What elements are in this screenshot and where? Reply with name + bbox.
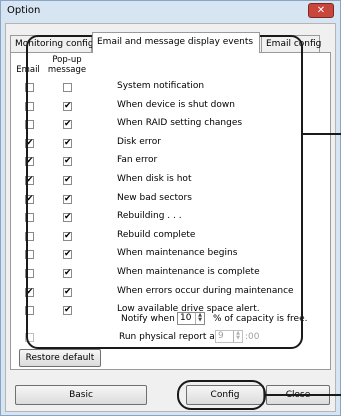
event-label: System notification	[117, 81, 205, 91]
popup-checkbox[interactable]: ✔	[63, 269, 72, 278]
callout-line-config	[266, 394, 341, 396]
popup-checkbox[interactable]: ✔	[63, 176, 72, 185]
events-panel: Email Pop-up message System notification…	[10, 52, 331, 370]
restore-default-button[interactable]: Restore default	[19, 349, 101, 367]
popup-checkbox[interactable]	[63, 83, 72, 92]
email-checkbox[interactable]	[25, 306, 34, 315]
popup-checkbox[interactable]: ✔	[63, 120, 72, 129]
popup-checkbox[interactable]: ✔	[63, 250, 72, 259]
tab-email-and-message-display-events[interactable]: Email and message display events	[92, 32, 260, 53]
window-title: Option	[7, 5, 41, 16]
popup-checkbox[interactable]: ✔	[63, 195, 72, 204]
event-label: When errors occur during maintenance	[117, 286, 294, 296]
capacity-free-label: % of capacity is free.	[213, 314, 308, 324]
tab-email-config[interactable]: Email config	[261, 35, 321, 52]
email-checkbox[interactable]	[25, 83, 34, 92]
email-checkbox[interactable]	[25, 269, 34, 278]
email-checkbox[interactable]	[25, 120, 34, 129]
email-checkbox[interactable]: ✔	[25, 176, 34, 185]
run-physical-report-label: Run physical report at	[119, 332, 219, 342]
event-label: Rebuild complete	[117, 230, 196, 240]
event-label: Fan error	[117, 155, 158, 165]
event-label: Rebuilding . . .	[117, 211, 182, 221]
popup-column-header-line2: message	[47, 65, 87, 75]
email-checkbox[interactable]	[25, 250, 34, 259]
email-column-header: Email	[16, 65, 40, 75]
config-button[interactable]: Config	[186, 385, 264, 405]
spinner-arrows-icon[interactable]: ▲ ▼	[195, 313, 204, 324]
email-checkbox[interactable]	[25, 232, 34, 241]
popup-column-header-line1: Pop-up	[52, 55, 82, 65]
event-label: When maintenance begins	[117, 248, 238, 258]
popup-checkbox[interactable]: ✔	[63, 139, 72, 148]
popup-checkbox[interactable]: ✔	[63, 288, 72, 297]
popup-checkbox[interactable]: ✔	[63, 157, 72, 166]
event-label: New bad sectors	[117, 193, 192, 203]
email-checkbox[interactable]: ✔	[25, 139, 34, 148]
report-minute-label: :00	[245, 332, 260, 342]
option-window: Option ✕ Monitoring config Email and mes…	[0, 0, 341, 416]
popup-checkbox[interactable]: ✔	[63, 213, 72, 222]
popup-checkbox[interactable]: ✔	[63, 306, 72, 315]
run-physical-report-checkbox[interactable]	[25, 333, 34, 342]
event-label: When RAID setting changes	[117, 118, 243, 128]
window-close-button[interactable]: ✕	[308, 3, 334, 18]
popup-checkbox[interactable]: ✔	[63, 102, 72, 111]
popup-checkbox[interactable]: ✔	[63, 232, 72, 241]
email-checkbox[interactable]	[25, 102, 34, 111]
email-checkbox[interactable]: ✔	[25, 157, 34, 166]
event-label: When disk is hot	[117, 174, 192, 184]
event-label: When device is shut down	[117, 100, 235, 110]
popup-column-header: Pop-up message	[45, 55, 89, 75]
tab-monitoring-config[interactable]: Monitoring config	[10, 35, 94, 52]
event-label: Disk error	[117, 137, 161, 147]
callout-line-events	[303, 133, 341, 135]
spinner-arrows-icon[interactable]: ▲ ▼	[233, 331, 242, 342]
event-label: When maintenance is complete	[117, 267, 260, 277]
report-hour-spinner[interactable]: 9 ▲ ▼	[215, 330, 243, 343]
email-checkbox[interactable]: ✔	[25, 195, 34, 204]
report-hour-value: 9	[218, 331, 224, 341]
title-bar[interactable]: Option ✕	[1, 1, 340, 21]
email-checkbox[interactable]	[25, 213, 34, 222]
capacity-percent-value: 10	[180, 313, 192, 323]
email-checkbox[interactable]: ✔	[25, 288, 34, 297]
basic-button[interactable]: Basic	[15, 385, 147, 405]
dialog-client-area: Monitoring config Email and message disp…	[5, 23, 336, 412]
capacity-percent-spinner[interactable]: 10 ▲ ▼	[177, 312, 205, 325]
notify-when-label: Notify when	[121, 314, 175, 324]
